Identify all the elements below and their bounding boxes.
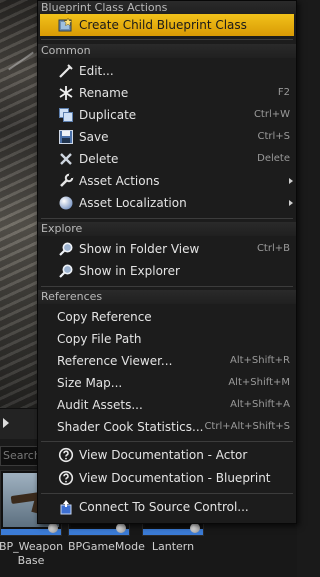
- menu-item-label: View Documentation - Actor: [79, 448, 248, 462]
- menu-item-label: View Documentation - Blueprint: [79, 471, 271, 485]
- magnifier-icon: [58, 241, 74, 257]
- menu-item-shortcut: Ctrl+Alt+Shift+S: [204, 421, 290, 432]
- menu-item-shortcut: F2: [277, 87, 290, 98]
- menu-item-label: Edit...: [79, 64, 114, 78]
- menu-item-shader-cook-statistics[interactable]: Shader Cook Statistics... Ctrl+Alt+Shift…: [38, 416, 296, 438]
- menu-item-label: Show in Folder View: [79, 242, 200, 256]
- menu-item-create-child-blueprint-class[interactable]: Create Child Blueprint Class: [40, 14, 294, 36]
- asset-context-menu: Blueprint Class Actions Create Child Blu…: [37, 0, 297, 524]
- wrench-icon: [58, 173, 74, 189]
- content-search-input[interactable]: Search: [0, 446, 40, 466]
- help-icon: [58, 447, 74, 463]
- menu-item-rename[interactable]: Rename F2: [38, 82, 296, 104]
- menu-item-label: Copy File Path: [57, 332, 142, 346]
- menu-item-asset-localization[interactable]: Asset Localization: [38, 192, 296, 214]
- asset-status-dot: [116, 523, 126, 533]
- play-icon[interactable]: [3, 418, 9, 428]
- source-control-icon: [58, 499, 74, 515]
- menu-item-view-documentation-blueprint[interactable]: View Documentation - Blueprint: [38, 467, 296, 489]
- submenu-arrow-icon: [289, 200, 293, 206]
- asset-status-dot: [190, 523, 200, 533]
- menu-item-audit-assets[interactable]: Audit Assets... Alt+Shift+A: [38, 394, 296, 416]
- asset-label: BP_Weapon Base: [0, 540, 64, 567]
- menu-item-reference-viewer[interactable]: Reference Viewer... Alt+Shift+R: [38, 350, 296, 372]
- menu-item-asset-actions[interactable]: Asset Actions: [38, 170, 296, 192]
- menu-separator: [41, 39, 293, 40]
- level-viewport[interactable]: [0, 0, 40, 408]
- menu-item-label: Asset Localization: [79, 196, 187, 210]
- menu-item-label: Delete: [79, 152, 119, 166]
- menu-item-connect-to-source-control[interactable]: Connect To Source Control...: [38, 496, 296, 518]
- asset-status-dot: [48, 523, 58, 533]
- delete-icon: [58, 151, 74, 167]
- save-icon: [58, 129, 74, 145]
- help-icon: [58, 470, 74, 486]
- section-header-common: Common: [38, 44, 296, 58]
- edit-icon: [58, 63, 74, 79]
- menu-item-label: Connect To Source Control...: [79, 500, 249, 514]
- menu-item-label: Asset Actions: [79, 174, 160, 188]
- menu-item-delete[interactable]: Delete Delete: [38, 148, 296, 170]
- rename-icon: [58, 85, 74, 101]
- menu-item-duplicate[interactable]: Duplicate Ctrl+W: [38, 104, 296, 126]
- menu-item-label: Shader Cook Statistics...: [57, 420, 204, 434]
- menu-item-label: Reference Viewer...: [57, 354, 173, 368]
- menu-item-label: Size Map...: [57, 376, 123, 390]
- viewport-light-ray: [8, 51, 34, 71]
- menu-item-show-in-folder-view[interactable]: Show in Folder View Ctrl+B: [38, 238, 296, 260]
- menu-item-shortcut: Delete: [257, 153, 290, 164]
- menu-separator: [41, 218, 293, 219]
- duplicate-icon: [58, 107, 74, 123]
- menu-item-shortcut: Alt+Shift+A: [230, 399, 290, 410]
- menu-item-shortcut: Ctrl+B: [256, 243, 290, 254]
- create-child-blueprint-icon: [58, 17, 74, 33]
- menu-item-shortcut: Ctrl+W: [253, 109, 290, 120]
- menu-item-label: Create Child Blueprint Class: [79, 18, 247, 32]
- menu-item-view-documentation-actor[interactable]: View Documentation - Actor: [38, 444, 296, 466]
- submenu-arrow-icon: [289, 178, 293, 184]
- menu-item-label: Save: [79, 130, 109, 144]
- asset-label: BPGameMode: [68, 540, 145, 553]
- menu-item-label: Audit Assets...: [57, 398, 143, 412]
- section-header-references: References: [38, 290, 296, 304]
- section-header-blueprint-class-actions: Blueprint Class Actions: [38, 1, 296, 15]
- asset-label: Lantern: [151, 540, 195, 553]
- menu-item-size-map[interactable]: Size Map... Alt+Shift+M: [38, 372, 296, 394]
- menu-item-show-in-explorer[interactable]: Show in Explorer: [38, 260, 296, 282]
- magnifier-icon: [58, 263, 74, 279]
- menu-item-edit[interactable]: Edit...: [38, 60, 296, 82]
- menu-item-label: Show in Explorer: [79, 264, 180, 278]
- menu-item-copy-reference[interactable]: Copy Reference: [38, 306, 296, 328]
- menu-item-copy-file-path[interactable]: Copy File Path: [38, 328, 296, 350]
- section-header-explore: Explore: [38, 222, 296, 236]
- menu-separator: [41, 441, 293, 442]
- menu-item-shortcut: Alt+Shift+R: [230, 355, 290, 366]
- menu-separator: [41, 493, 293, 494]
- menu-item-label: Rename: [79, 86, 129, 100]
- menu-item-label: Duplicate: [79, 108, 137, 122]
- globe-icon: [58, 195, 74, 211]
- menu-item-label: Copy Reference: [57, 310, 152, 324]
- menu-item-shortcut: Ctrl+S: [257, 131, 290, 142]
- menu-separator: [41, 286, 293, 287]
- menu-item-save[interactable]: Save Ctrl+S: [38, 126, 296, 148]
- menu-item-shortcut: Alt+Shift+M: [228, 377, 290, 388]
